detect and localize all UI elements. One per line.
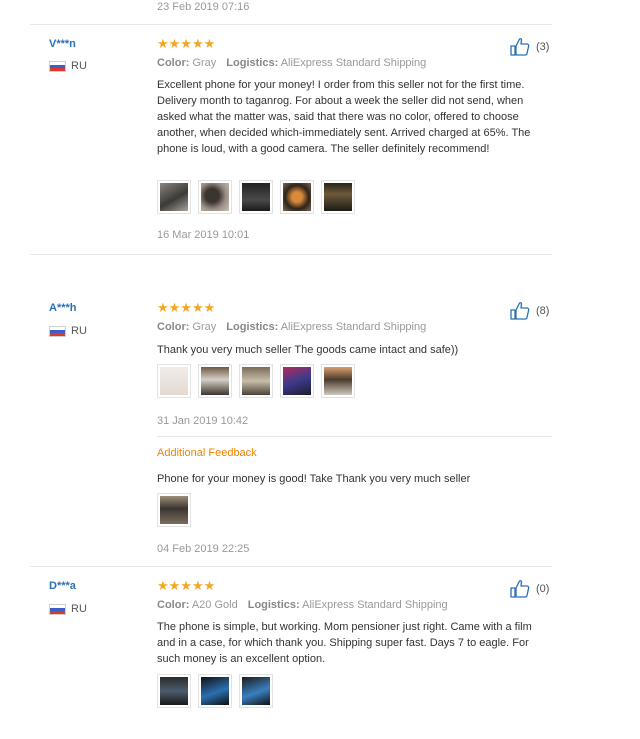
country-code: RU — [71, 60, 87, 72]
review-photo[interactable] — [157, 493, 191, 527]
thumbs-up-icon — [510, 302, 530, 320]
review-photo[interactable] — [239, 180, 273, 214]
thumbs-up-icon — [510, 580, 530, 598]
country-code: RU — [71, 603, 87, 615]
logistics-label: Logistics: — [226, 321, 279, 333]
review-photo[interactable] — [157, 180, 191, 214]
reviewer-country: RU — [49, 60, 87, 72]
color-value: Gray — [192, 57, 217, 69]
logistics-label: Logistics: — [247, 599, 300, 611]
review-text: The phone is simple, but working. Mom pe… — [157, 621, 532, 665]
review-photo[interactable] — [198, 180, 232, 214]
review-photo[interactable] — [198, 674, 232, 708]
color-label: Color: — [157, 57, 190, 69]
helpful-count: (8) — [536, 305, 550, 317]
star-rating: ★★★★★ — [157, 300, 216, 315]
review-photos — [157, 364, 362, 398]
helpful-button[interactable]: (3) — [510, 38, 549, 56]
color-value: A20 Gold — [191, 599, 238, 611]
review-text: Excellent phone for your money! I order … — [157, 79, 531, 155]
helpful-button[interactable]: (0) — [510, 580, 549, 598]
thumbs-up-icon — [510, 38, 530, 56]
russia-flag-icon — [49, 325, 66, 337]
helpful-count: (0) — [536, 583, 550, 595]
product-properties: Color: Gray Logistics: AliExpress Standar… — [157, 321, 426, 333]
review-photo[interactable] — [239, 674, 273, 708]
additional-feedback-label: Additional Feedback — [157, 447, 257, 459]
star-rating: ★★★★★ — [157, 578, 216, 593]
review-photos — [157, 674, 280, 708]
reviewer-name: A***h — [49, 302, 77, 314]
additional-feedback-date: 04 Feb 2019 22:25 — [157, 543, 250, 555]
color-label: Color: — [157, 599, 190, 611]
logistics-value: AliExpress Standard Shipping — [280, 321, 427, 333]
review-date: 31 Jan 2019 10:42 — [157, 415, 249, 427]
review-photo[interactable] — [157, 364, 191, 398]
additional-feedback-text: Phone for your money is good! Take Thank… — [157, 473, 471, 485]
product-properties: Color: A20 Gold Logistics: AliExpress Sta… — [157, 599, 448, 611]
logistics-value: AliExpress Standard Shipping — [280, 57, 427, 69]
review-photo[interactable] — [239, 364, 273, 398]
logistics-label: Logistics: — [226, 57, 279, 69]
review-photo[interactable] — [198, 364, 232, 398]
review-photo[interactable] — [321, 364, 355, 398]
review-photo[interactable] — [321, 180, 355, 214]
russia-flag-icon — [49, 60, 66, 72]
divider — [157, 436, 552, 437]
logistics-value: AliExpress Standard Shipping — [302, 599, 448, 611]
reviewer-country: RU — [49, 603, 87, 615]
helpful-button[interactable]: (8) — [510, 302, 549, 320]
helpful-count: (3) — [536, 41, 550, 53]
review-photo[interactable] — [280, 180, 314, 214]
country-code: RU — [71, 325, 87, 337]
color-value: Gray — [192, 321, 217, 333]
previous-review-date: 23 Feb 2019 07:16 — [157, 1, 250, 13]
reviewer-name: D***a — [49, 580, 76, 592]
color-label: Color: — [157, 321, 190, 333]
reviewer-country: RU — [49, 325, 87, 337]
review-date: 16 Mar 2019 10:01 — [157, 229, 250, 241]
russia-flag-icon — [49, 603, 66, 615]
divider — [30, 254, 552, 255]
review-photo[interactable] — [280, 364, 314, 398]
reviewer-name: V***n — [49, 38, 76, 50]
additional-feedback-photos — [157, 493, 198, 527]
review-photos — [157, 180, 362, 214]
review-photo[interactable] — [157, 674, 191, 708]
product-properties: Color: Gray Logistics: AliExpress Standar… — [157, 57, 426, 69]
divider — [30, 24, 552, 25]
star-rating: ★★★★★ — [157, 36, 216, 51]
review-text: Thank you very much seller The goods cam… — [157, 344, 459, 356]
divider — [30, 566, 552, 567]
